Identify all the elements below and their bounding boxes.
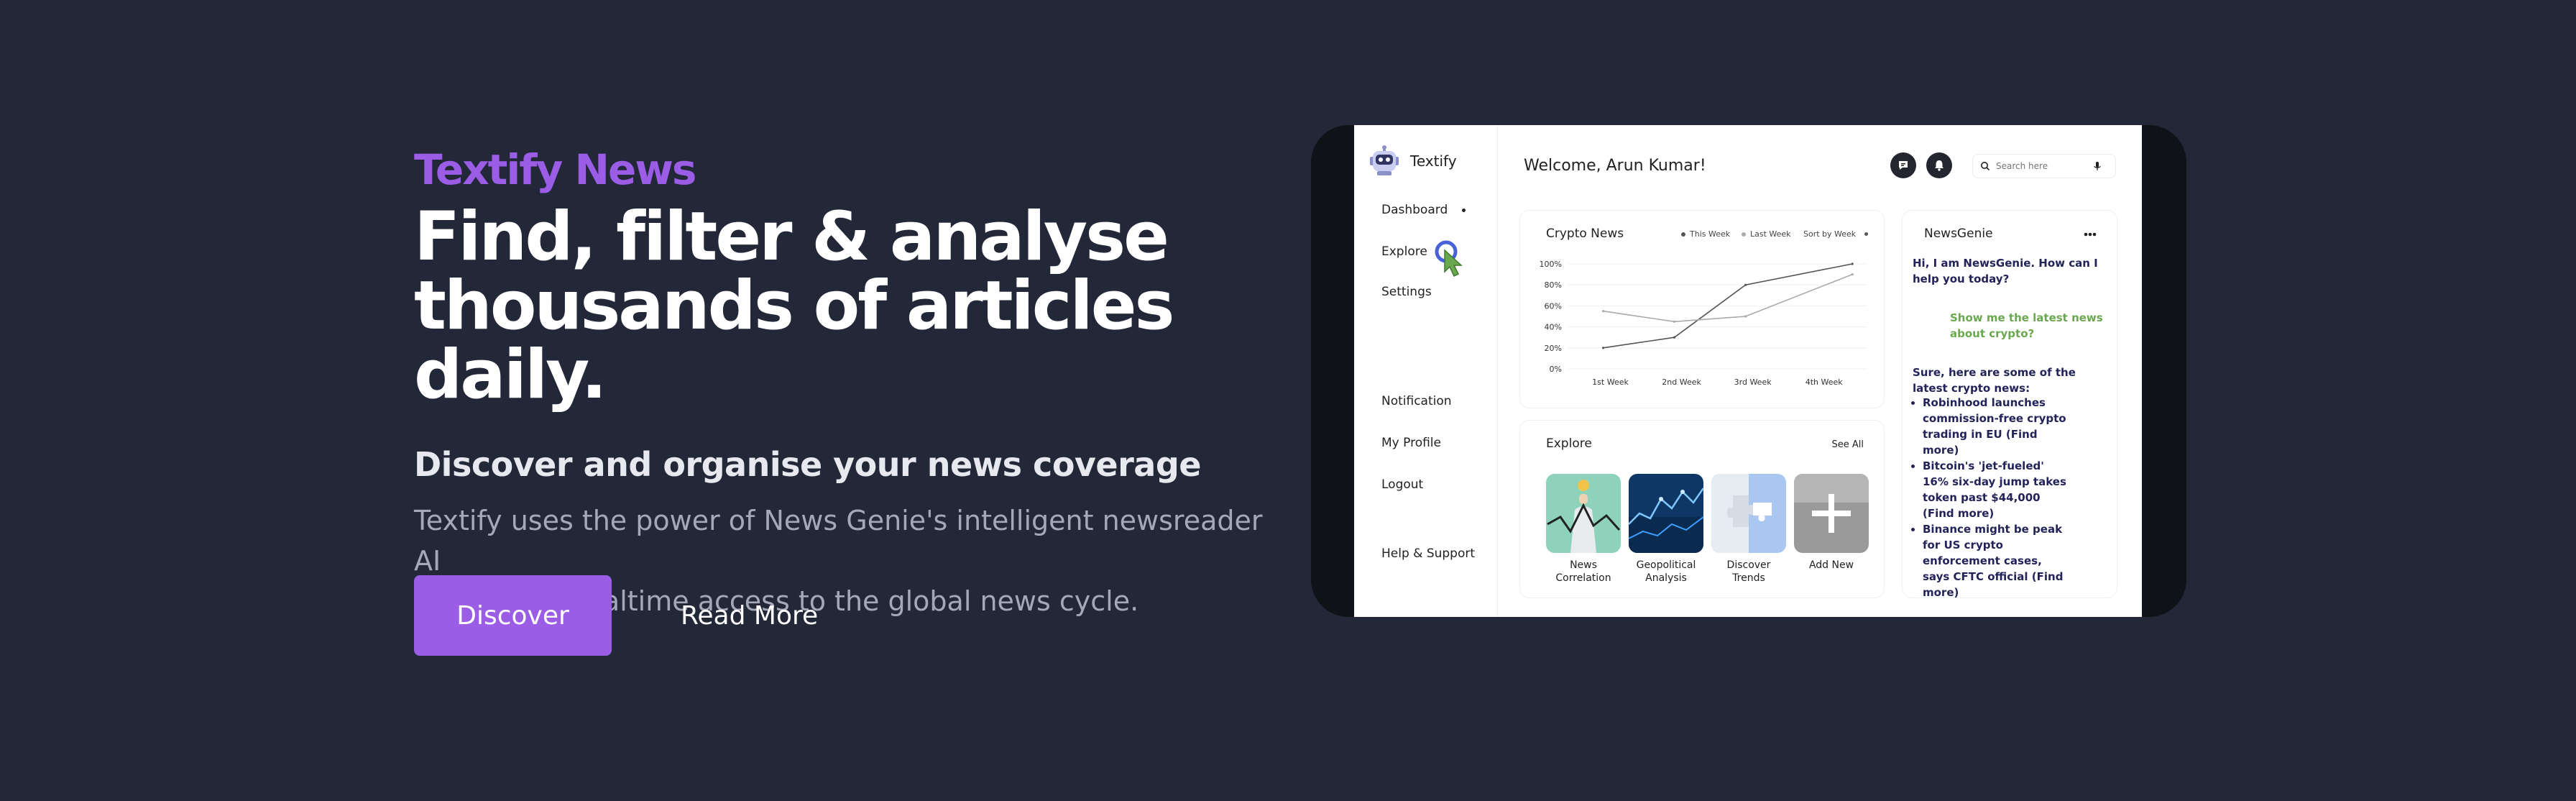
tile-label: Geopolitical Analysis [1627,559,1706,585]
bot-greeting-line: Hi, I am NewsGenie. How can I [1913,257,2098,270]
sidebar-item-label: Help & Support [1381,546,1476,561]
tile-add-new[interactable]: Add New [1794,474,1869,585]
data-point [1601,347,1605,349]
chat-icon [1899,161,1908,170]
x-tick-label: 4th Week [1806,377,1844,387]
bell-icon [1935,160,1944,171]
app-screen: Textify Dashboard Explore Settings Notif… [1354,125,2142,617]
sidebar-item-settings[interactable]: Settings [1381,285,1432,299]
tile-label: Add New [1792,559,1871,572]
sidebar-item-help[interactable]: Help & Support [1381,546,1475,561]
search-bar[interactable] [1972,154,2116,178]
data-point [1744,283,1747,286]
y-tick-label: 60% [1545,301,1562,311]
data-point [1851,262,1854,265]
cta-row: Discover Read More [414,575,818,656]
sidebar-item-logout[interactable]: Logout [1381,477,1423,492]
more-options-icon[interactable] [2084,232,2097,237]
read-more-link[interactable]: Read More [681,601,818,631]
user-message-line: about crypto? [1950,327,2035,340]
tile-label-line: Correlation [1555,572,1611,584]
x-tick-label: 2nd Week [1662,377,1701,387]
sidebar-item-explore[interactable]: Explore [1381,244,1427,259]
tile-label-line: Add New [1808,559,1854,571]
bot-greeting: Hi, I am NewsGenie. How can I help you t… [1913,255,2098,287]
y-tick-label: 100% [1540,260,1562,269]
app-logo-text: Textify [1410,152,1457,170]
welcome-title: Welcome, Arun Kumar! [1524,157,1706,175]
tile-label-line: Geopolitical [1636,559,1696,571]
tile-label: News Correlation [1544,559,1623,585]
messages-button[interactable] [1890,152,1916,178]
news-list-item[interactable]: Binance might be peak for US crypto enfo… [1923,521,2068,600]
data-point [1673,320,1676,323]
user-message-line: Show me the latest news [1950,311,2103,324]
search-input[interactable] [1996,161,2089,171]
bot-reply: Sure, here are some of the latest crypto… [1913,365,2076,396]
tile-discover-trends[interactable]: Discover Trends [1711,474,1786,585]
notifications-button[interactable] [1926,152,1952,178]
sidebar-item-profile[interactable]: My Profile [1381,436,1441,450]
sidebar-item-label: Dashboard [1381,203,1448,217]
x-tick-label: 3rd Week [1734,377,1772,387]
subheadline: Discover and organise your news coverage [414,445,1201,484]
tile-label-line: Discover [1726,559,1771,571]
y-tick-label: 40% [1545,323,1562,332]
tile-label-line: News [1570,559,1597,571]
headline: Find, filter & analyse thousands of arti… [414,203,1291,410]
bot-reply-line: Sure, here are some of the [1913,366,2076,379]
pointer-cursor-icon [1435,240,1463,278]
newsgenie-title: NewsGenie [1924,226,1993,241]
mic-icon[interactable] [2094,161,2101,171]
sidebar-item-notification[interactable]: Notification [1381,394,1452,408]
y-tick-label: 0% [1550,365,1562,374]
newsgenie-chat-card: NewsGenie Hi, I am NewsGenie. How can I … [1902,210,2117,600]
geopolitical-analysis-image [1629,474,1703,553]
data-point [1851,273,1854,276]
data-point [1601,310,1605,313]
discover-button[interactable]: Discover [414,575,612,656]
tile-geopolitical-analysis[interactable]: Geopolitical Analysis [1629,474,1703,585]
sidebar-item-label: Settings [1381,285,1432,299]
sidebar: Textify Dashboard Explore Settings Notif… [1354,125,1498,617]
description-line-1: Textify uses the power of News Genie's i… [414,505,1263,577]
bot-greeting-line: help you today? [1913,273,2010,285]
sidebar-item-label: Notification [1381,394,1452,408]
tile-label-line: Analysis [1645,572,1687,584]
tile-label-line: Trends [1732,572,1765,584]
bot-reply-line: latest crypto news: [1913,382,2030,395]
see-all-link[interactable]: See All [1832,439,1864,450]
headline-line-2: thousands of articles daily. [414,267,1174,414]
news-correlation-image [1546,474,1621,553]
y-tick-label: 20% [1545,344,1562,353]
y-tick-label: 80% [1545,280,1562,290]
news-list: Robinhood launches commission-free crypt… [1903,395,2068,600]
hero-section: Textify News Find, filter & analyse thou… [414,141,1291,621]
add-new-image [1794,474,1869,553]
robot-logo-icon [1370,145,1399,175]
user-message: Show me the latest news about crypto? [1950,310,2103,342]
explore-card-title: Explore [1546,436,1592,451]
news-list-item[interactable]: Bitcoin's 'jet-fueled' 16% six-day jump … [1923,458,2068,521]
sidebar-item-dashboard[interactable]: Dashboard [1381,203,1466,217]
data-point [1744,315,1747,318]
sidebar-item-label: Explore [1381,244,1427,259]
explore-tiles: News Correlation Geopolitical Analysis D… [1546,474,1877,585]
app-logo[interactable]: Textify [1368,145,1457,177]
news-list-item[interactable]: Robinhood launches commission-free crypt… [1923,395,2068,458]
brand-title: Textify News [414,145,696,194]
sidebar-item-label: Logout [1381,477,1424,492]
tile-news-correlation[interactable]: News Correlation [1546,474,1621,585]
headline-line-1: Find, filter & analyse [414,198,1169,276]
search-icon [1981,162,1990,171]
x-tick-label: 1st Week [1592,377,1629,387]
active-dot-icon [1462,208,1466,212]
explore-card: Explore See All News Correlation Geopoli… [1519,420,1885,598]
crypto-line-chart: 0% 20% 40% 60% 80% 100% 1st Week 2nd Week 3rd We… [1540,260,1867,387]
sidebar-item-label: My Profile [1381,436,1441,450]
discover-trends-image [1711,474,1786,553]
data-point [1673,336,1676,339]
tile-label: Discover Trends [1709,559,1788,585]
crypto-news-card: Crypto News This Week Last Week Sort by … [1519,210,1885,408]
